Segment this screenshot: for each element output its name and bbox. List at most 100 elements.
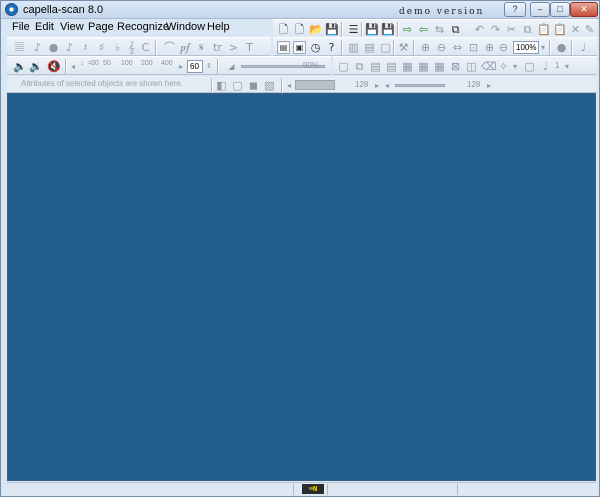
paste-icon[interactable]: 📋 — [537, 23, 551, 36]
speaker-icon[interactable]: 🔈 — [13, 60, 27, 73]
list-icon[interactable]: ☰ — [347, 23, 360, 36]
menu-window[interactable]: Window — [166, 21, 205, 33]
menu-file[interactable]: File — [12, 21, 30, 33]
page-settings-icon[interactable]: ▤ — [363, 41, 376, 54]
undo-icon[interactable]: ↶ — [473, 23, 486, 36]
view-mode3-icon[interactable]: ◼ — [247, 79, 260, 92]
trill-icon[interactable]: tr — [211, 41, 224, 54]
tools-icon[interactable]: ⚒ — [397, 41, 410, 54]
dynamics-icon[interactable]: 𝆏𝆑 — [179, 41, 192, 54]
layout-grid3-icon[interactable]: ▦ — [433, 60, 446, 73]
layout-note-icon[interactable]: ♩ — [539, 60, 552, 73]
toolbar-separator — [155, 40, 157, 55]
delete-icon[interactable]: ✕ — [569, 23, 582, 36]
eighth-note-icon[interactable]: ♪ — [31, 41, 44, 54]
staff-icon[interactable]: 𝄚 — [13, 41, 26, 54]
zoom-dropdown-icon[interactable]: ▾ — [539, 41, 547, 54]
save-as-icon[interactable]: 💾 — [381, 23, 395, 36]
redo-icon[interactable]: ↷ — [489, 23, 502, 36]
cut-icon[interactable]: ✂ — [505, 23, 518, 36]
help-button[interactable]: ? — [504, 2, 526, 17]
new-page-icon[interactable]: 🗋 — [293, 23, 306, 36]
maximize-button[interactable]: □ — [550, 2, 570, 17]
contrast-left-arrow-icon[interactable]: ◂ — [383, 79, 391, 92]
app-window: capella-scan 8.0 demo version ? – □ ✕ Fi… — [0, 0, 600, 497]
record-icon[interactable]: ● — [555, 41, 568, 54]
layout-grid-icon[interactable]: ▦ — [401, 60, 414, 73]
zoom-level-field[interactable]: 100% — [513, 41, 539, 54]
zoom-out-icon[interactable]: ⊖ — [435, 41, 448, 54]
threshold-left-arrow-icon[interactable]: ◂ — [285, 79, 293, 92]
view-mode2-icon[interactable]: ▢ — [231, 79, 244, 92]
contrast-right-arrow-icon[interactable]: ▸ — [485, 79, 493, 92]
capella-logo-icon[interactable] — [5, 3, 18, 16]
layout-page-icon[interactable]: ▢ — [337, 60, 350, 73]
layout-dropdown-icon[interactable]: ▾ — [511, 60, 519, 73]
zoom-minus-icon[interactable]: ⊖ — [497, 41, 510, 54]
minimize-button[interactable]: – — [530, 2, 550, 17]
copy-icon[interactable]: ⧉ — [521, 23, 534, 36]
help-circle-icon[interactable]: ? — [325, 41, 338, 54]
flat-icon[interactable]: ♭ — [111, 41, 124, 54]
zoom-in-icon[interactable]: ⊕ — [419, 41, 432, 54]
layout-grid2-icon[interactable]: ▦ — [417, 60, 430, 73]
transfer-icon[interactable]: ⇆ — [433, 23, 446, 36]
segno-icon[interactable]: 𝄋 — [195, 41, 208, 54]
menu-recognize[interactable]: Recognize — [117, 21, 169, 33]
page-icon[interactable]: ▤ — [277, 41, 290, 54]
slur-icon[interactable]: ⌒ — [163, 41, 176, 54]
layout-wand-icon[interactable]: ✧ — [497, 60, 510, 73]
note-icon[interactable]: ♪ — [63, 41, 76, 54]
view-mode4-icon[interactable]: ▧ — [263, 79, 276, 92]
save-disk-icon[interactable]: 💾 — [365, 23, 379, 36]
view-mode1-icon[interactable]: ◧ — [215, 79, 228, 92]
threshold-right-arrow-icon[interactable]: ▸ — [373, 79, 381, 92]
scale-left-arrow-icon[interactable]: ◂ — [69, 60, 77, 73]
menu-view[interactable]: View — [60, 21, 84, 33]
dot-icon[interactable]: ● — [47, 41, 60, 54]
fit-page-icon[interactable]: ⊡ — [467, 41, 480, 54]
new-score-icon[interactable]: 🗋 — [277, 23, 290, 36]
toolbar-separator — [397, 22, 399, 37]
layout-box-icon[interactable]: ⊠ — [449, 60, 462, 73]
tempo-spinner-icon[interactable]: ⇕ — [205, 60, 213, 73]
menu-edit[interactable]: Edit — [35, 21, 54, 33]
paste-special-icon[interactable]: 📋 — [553, 23, 567, 36]
rest-icon[interactable]: 𝄽 — [79, 41, 92, 54]
close-button[interactable]: ✕ — [570, 2, 598, 17]
scale-right-arrow-icon[interactable]: ▸ — [177, 60, 185, 73]
text-icon[interactable]: T — [243, 41, 256, 54]
clock-icon[interactable]: ◷ — [309, 41, 322, 54]
menu-page[interactable]: Page — [88, 21, 114, 33]
note-input-icon[interactable]: ♩ — [577, 41, 590, 54]
select-icon[interactable]: ▥ — [347, 41, 360, 54]
tempo-field[interactable]: 60 — [187, 60, 203, 73]
threshold-slider-fill[interactable] — [295, 80, 335, 90]
fit-width-icon[interactable]: ⇔ — [451, 41, 464, 54]
zoom-plus-icon[interactable]: ⊕ — [483, 41, 496, 54]
recognize-page-icon[interactable]: ▣ — [293, 41, 306, 54]
contrast-slider[interactable] — [395, 84, 445, 87]
layout-doc2-icon[interactable]: ▤ — [385, 60, 398, 73]
open-folder-icon[interactable]: 📂 — [309, 23, 323, 36]
layout-eraser-icon[interactable]: ⌫ — [481, 60, 497, 73]
edit-icon[interactable]: ✎ — [583, 23, 596, 36]
sharp-icon[interactable]: ♯ — [95, 41, 108, 54]
speaker-settings-icon[interactable]: 🔉 — [29, 60, 43, 73]
export-icon[interactable]: ⇦ — [417, 23, 430, 36]
voice-dropdown-icon[interactable]: ▾ — [563, 60, 571, 73]
layout-split-icon[interactable]: ◫ — [465, 60, 478, 73]
layout-copy-icon[interactable]: ⧉ — [353, 60, 366, 73]
layout-doc3-icon[interactable]: ▢ — [523, 60, 536, 73]
import-icon[interactable]: ⇨ — [401, 23, 414, 36]
capella-export-icon[interactable]: ⧉ — [449, 23, 462, 36]
layout-doc-icon[interactable]: ▤ — [369, 60, 382, 73]
document-workspace[interactable] — [7, 93, 596, 481]
save-icon[interactable]: 💾 — [325, 23, 339, 36]
accent-icon[interactable]: > — [227, 41, 240, 54]
page-crop-icon[interactable]: ▢ — [379, 41, 392, 54]
time-signature-icon[interactable]: C — [139, 41, 152, 54]
menu-help[interactable]: Help — [207, 21, 230, 33]
clef-icon[interactable]: 𝄞 — [125, 41, 138, 54]
mute-icon[interactable]: 🔇 — [47, 60, 61, 73]
